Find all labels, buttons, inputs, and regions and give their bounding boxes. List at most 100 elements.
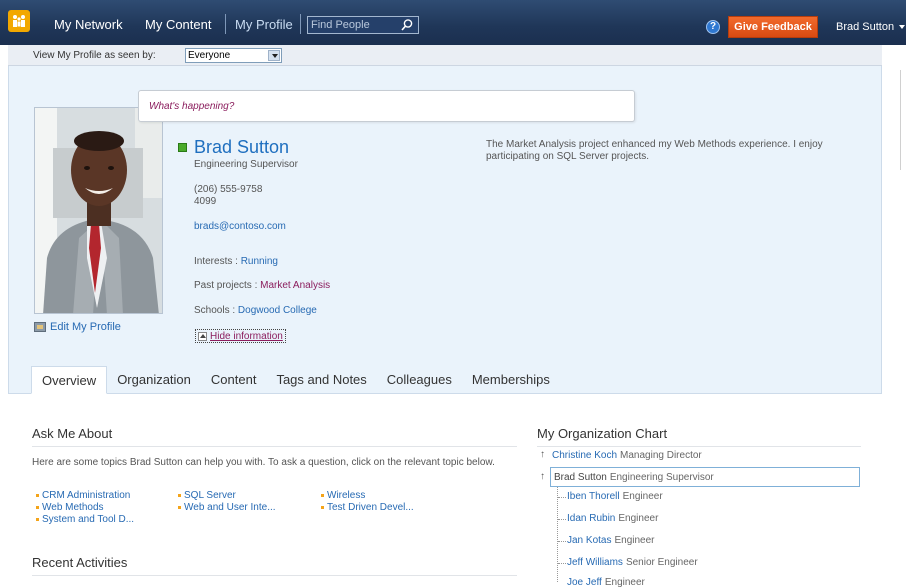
- tab-colleagues[interactable]: Colleagues: [377, 366, 462, 394]
- org-report-name[interactable]: Iben Thorell: [567, 491, 620, 502]
- view-as-label: View My Profile as seen by:: [33, 50, 156, 61]
- tab-memberships[interactable]: Memberships: [462, 366, 560, 394]
- nav-my-profile[interactable]: My Profile: [235, 17, 293, 32]
- ask-me-about-description: Here are some topics Brad Sutton can hel…: [32, 457, 495, 468]
- user-menu[interactable]: Brad Sutton: [836, 21, 894, 33]
- past-projects-link[interactable]: Market Analysis: [260, 280, 330, 291]
- org-manager-name[interactable]: Christine Koch: [552, 450, 617, 461]
- topic-link[interactable]: SQL Server: [178, 490, 236, 501]
- org-tree-branch: [558, 497, 566, 498]
- schools-link[interactable]: Dogwood College: [238, 305, 317, 316]
- org-manager: Christine Koch Managing Director: [552, 450, 702, 461]
- topic-label: Wireless: [327, 490, 366, 501]
- bullet-icon: [36, 494, 39, 497]
- past-projects-label: Past projects :: [194, 280, 258, 291]
- nav-my-content[interactable]: My Content: [145, 17, 211, 32]
- org-report: Jan Kotas Engineer: [567, 535, 655, 546]
- org-self: Brad Sutton Engineering Supervisor: [554, 472, 714, 483]
- hide-information-toggle[interactable]: Hide information: [195, 329, 286, 343]
- ask-me-about-title: Ask Me About: [32, 426, 113, 441]
- topic-label: Web and User Inte...: [184, 502, 276, 513]
- org-self-title: Engineering Supervisor: [609, 472, 714, 483]
- tab-overview[interactable]: Overview: [31, 366, 108, 394]
- view-as-select[interactable]: Everyone: [185, 48, 282, 63]
- mysite-logo-icon[interactable]: [8, 10, 30, 32]
- org-report-name[interactable]: Idan Rubin: [567, 513, 615, 524]
- tab-content[interactable]: Content: [201, 366, 267, 394]
- org-tree-line: [557, 487, 558, 582]
- org-tree-branch: [558, 563, 566, 564]
- nav-my-network[interactable]: My Network: [54, 17, 123, 32]
- profile-email-link[interactable]: brads@contoso.com: [194, 221, 286, 232]
- up-arrow-icon: ↑: [540, 449, 545, 460]
- nav-separator: [300, 14, 301, 34]
- presence-online-icon: [178, 143, 187, 152]
- topic-link[interactable]: CRM Administration: [36, 490, 130, 501]
- up-arrow-icon: ↑: [540, 471, 545, 482]
- org-tree-branch: [558, 519, 566, 520]
- scrollbar[interactable]: [900, 70, 906, 170]
- section-divider: [32, 575, 517, 576]
- org-manager-title: Managing Director: [620, 450, 702, 461]
- org-report-name[interactable]: Joe Jeff: [567, 577, 602, 588]
- topic-label: CRM Administration: [42, 490, 131, 501]
- search-icon[interactable]: [400, 18, 414, 32]
- past-projects-row: Past projects : Market Analysis: [194, 280, 330, 291]
- org-tree-branch: [558, 541, 566, 542]
- org-report-name[interactable]: Jan Kotas: [567, 535, 611, 546]
- collapse-caret-icon: [198, 331, 207, 341]
- schools-label: Schools :: [194, 305, 236, 316]
- org-report-name[interactable]: Jeff Williams: [567, 557, 623, 568]
- bullet-icon: [36, 506, 39, 509]
- status-placeholder: What's happening?: [149, 101, 235, 112]
- view-as-bar: View My Profile as seen by: Everyone: [8, 45, 882, 66]
- tab-tags-and-notes[interactable]: Tags and Notes: [266, 366, 376, 394]
- section-divider: [32, 446, 517, 447]
- edit-my-profile-label: Edit My Profile: [50, 321, 121, 333]
- org-report: Jeff Williams Senior Engineer: [567, 557, 698, 568]
- give-feedback-button[interactable]: Give Feedback: [728, 16, 818, 38]
- org-report: Iben Thorell Engineer: [567, 491, 663, 502]
- org-report-title: Senior Engineer: [625, 557, 698, 568]
- topic-link[interactable]: Wireless: [321, 490, 365, 501]
- topic-label: System and Tool D...: [42, 514, 135, 525]
- topic-label: SQL Server: [184, 490, 236, 501]
- org-self-name: Brad Sutton: [554, 472, 607, 483]
- interests-label: Interests :: [194, 256, 238, 267]
- bullet-icon: [178, 494, 181, 497]
- topic-label: Web Methods: [42, 502, 104, 513]
- org-report: Idan Rubin Engineer: [567, 513, 658, 524]
- find-people-input[interactable]: [311, 18, 399, 32]
- bullet-icon: [178, 506, 181, 509]
- topic-link[interactable]: System and Tool D...: [36, 514, 134, 525]
- section-divider: [537, 446, 861, 447]
- interests-link[interactable]: Running: [241, 256, 278, 267]
- help-icon[interactable]: ?: [706, 20, 720, 34]
- dropdown-arrow-icon[interactable]: [268, 50, 280, 61]
- profile-phone: (206) 555-9758: [194, 184, 263, 195]
- hide-information-label: Hide information: [210, 330, 283, 342]
- topic-label: Test Driven Devel...: [327, 502, 414, 513]
- org-chart-title: My Organization Chart: [537, 426, 668, 441]
- nav-separator: [225, 14, 226, 34]
- topic-link[interactable]: Test Driven Devel...: [321, 502, 414, 513]
- org-report-title: Engineer: [614, 535, 655, 546]
- profile-job-title: Engineering Supervisor: [194, 159, 298, 170]
- user-menu-caret-icon[interactable]: [899, 25, 905, 29]
- topic-link[interactable]: Web and User Inte...: [178, 502, 276, 513]
- org-report-title: Engineer: [618, 513, 659, 524]
- bullet-icon: [36, 518, 39, 521]
- org-report-title: Engineer: [604, 577, 645, 588]
- profile-extension: 4099: [194, 196, 217, 207]
- tab-organization[interactable]: Organization: [107, 366, 201, 394]
- org-report: Joe Jeff Engineer: [567, 577, 645, 588]
- edit-my-profile-link[interactable]: Edit My Profile: [34, 321, 121, 333]
- topic-link[interactable]: Web Methods: [36, 502, 104, 513]
- view-as-selected-value: Everyone: [188, 50, 231, 61]
- org-report-title: Engineer: [622, 491, 663, 502]
- interests-row: Interests : Running: [194, 256, 278, 267]
- bullet-icon: [321, 494, 324, 497]
- status-update-bubble[interactable]: What's happening?: [138, 90, 635, 122]
- about-me-text: The Market Analysis project enhanced my …: [486, 139, 823, 162]
- edit-profile-icon: [34, 322, 46, 332]
